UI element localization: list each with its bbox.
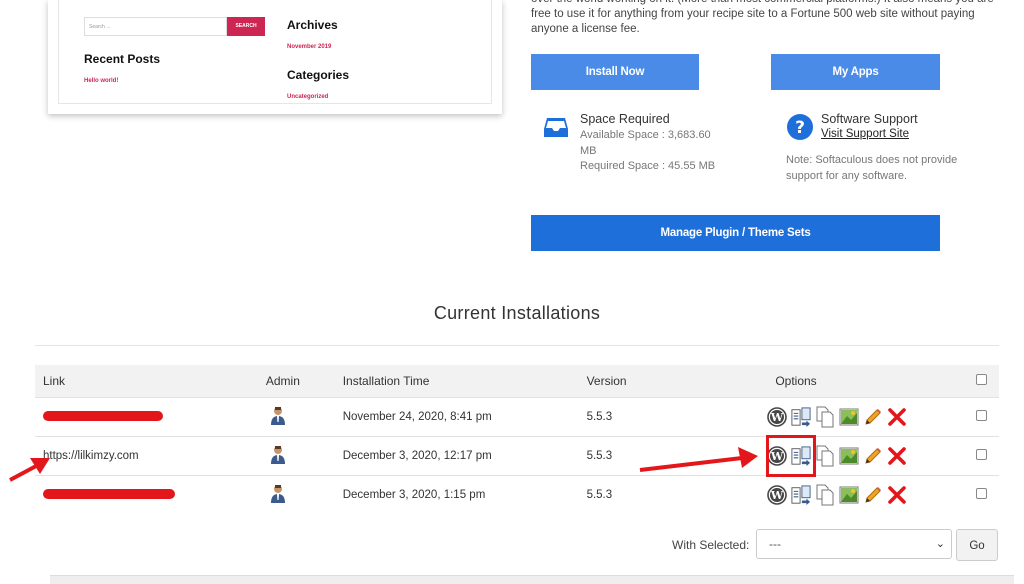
preview-recent-post-link: Hello world!: [84, 78, 119, 84]
with-selected-label: With Selected:: [672, 538, 750, 552]
my-apps-button[interactable]: My Apps: [771, 54, 940, 90]
row-select-cell: [963, 397, 999, 437]
wordpress-icon[interactable]: W: [767, 485, 788, 505]
wordpress-icon[interactable]: W: [767, 407, 788, 427]
header-link: Link: [35, 365, 258, 398]
right-arrow-head: [738, 447, 758, 468]
table-row: November 24, 2020, 8:41 pm 5.5.3 W: [35, 397, 999, 437]
help-question-icon: ?: [786, 113, 814, 141]
clone-icon[interactable]: [815, 445, 835, 467]
chevron-down-icon: ⌄: [935, 538, 945, 550]
support-note: Note: Softaculous does not provide suppo…: [786, 154, 958, 182]
row-select-cell: [963, 436, 999, 476]
row-select-cell: [963, 475, 999, 514]
preview-archives-heading: Archives: [287, 18, 338, 32]
preview-categories-heading: Categories: [287, 68, 350, 82]
header-admin: Admin: [257, 365, 335, 398]
redacted-link: [43, 488, 175, 499]
options-cell: W: [759, 397, 964, 437]
backup-icon[interactable]: [791, 485, 811, 505]
installation-link-cell: [35, 397, 258, 437]
staging-icon[interactable]: [839, 485, 859, 505]
right-arrow-shaft: [639, 456, 743, 472]
preview-recent-posts-heading: Recent Posts: [84, 52, 161, 66]
section-divider: [35, 345, 999, 346]
remove-icon[interactable]: [887, 446, 907, 466]
left-arrow-shaft: [9, 463, 39, 482]
available-space-text: Available Space : 3,683.60 MB: [580, 129, 711, 157]
inbox-tray-icon: [543, 117, 569, 139]
manage-plugin-theme-sets-button[interactable]: Manage Plugin / Theme Sets: [531, 215, 940, 251]
software-description: over the world working on it. (More than…: [531, 0, 994, 35]
row-checkbox[interactable]: [975, 410, 987, 421]
software-support-title: Software Support: [821, 112, 918, 126]
table-header-row: Link Admin Installation Time Version Opt…: [35, 365, 999, 398]
theme-preview-card: Search ... SEARCH Recent Posts Hello wor…: [48, 0, 502, 114]
row-checkbox[interactable]: [975, 449, 987, 460]
annotation-arrows: [9, 447, 758, 482]
preview-search-button: SEARCH: [227, 17, 265, 36]
installation-time: November 24, 2020, 8:41 pm: [334, 397, 579, 437]
options-cell: W: [759, 475, 964, 514]
redacted-link: [43, 410, 163, 421]
edit-pencil-icon[interactable]: [863, 446, 883, 466]
header-installation-time: Installation Time: [334, 365, 579, 398]
bulk-action-select[interactable]: --- ⌄: [756, 529, 952, 559]
svg-text:W: W: [770, 411, 784, 424]
go-button[interactable]: Go: [956, 529, 998, 561]
preview-archive-link: November 2019: [287, 44, 332, 50]
admin-cell: [257, 397, 335, 437]
header-select-all: [963, 365, 999, 398]
space-required-title: Space Required: [580, 112, 670, 126]
required-space-text: Required Space : 45.55 MB: [580, 160, 716, 172]
preview-category-link: Uncategorized: [287, 94, 329, 100]
row-checkbox[interactable]: [975, 488, 987, 499]
staging-icon[interactable]: [839, 446, 859, 466]
header-options: Options: [759, 365, 964, 398]
remove-icon[interactable]: [887, 485, 907, 505]
preview-search-input: Search ...: [84, 17, 227, 36]
svg-text:W: W: [770, 489, 784, 502]
install-now-button[interactable]: Install Now: [531, 54, 699, 90]
svg-text:?: ?: [795, 118, 805, 138]
staging-icon[interactable]: [839, 407, 859, 427]
select-all-checkbox[interactable]: [975, 374, 987, 385]
clone-icon[interactable]: [815, 406, 835, 428]
edit-pencil-icon[interactable]: [863, 407, 883, 427]
bulk-action-selected-value: ---: [769, 537, 781, 551]
admin-user-icon[interactable]: [270, 406, 286, 429]
visit-support-site-link[interactable]: Visit Support Site: [821, 128, 909, 140]
annotation-highlight-box: [766, 435, 816, 477]
clone-icon[interactable]: [815, 484, 835, 506]
installation-version: 5.5.3: [578, 397, 760, 437]
remove-icon[interactable]: [887, 407, 907, 427]
theme-preview-frame: Search ... SEARCH Recent Posts Hello wor…: [58, 0, 492, 104]
current-installations-title: Current Installations: [433, 303, 601, 323]
edit-pencil-icon[interactable]: [863, 485, 883, 505]
backup-icon[interactable]: [791, 407, 811, 427]
header-version: Version: [578, 365, 760, 398]
header-options-label: Options: [775, 374, 817, 388]
